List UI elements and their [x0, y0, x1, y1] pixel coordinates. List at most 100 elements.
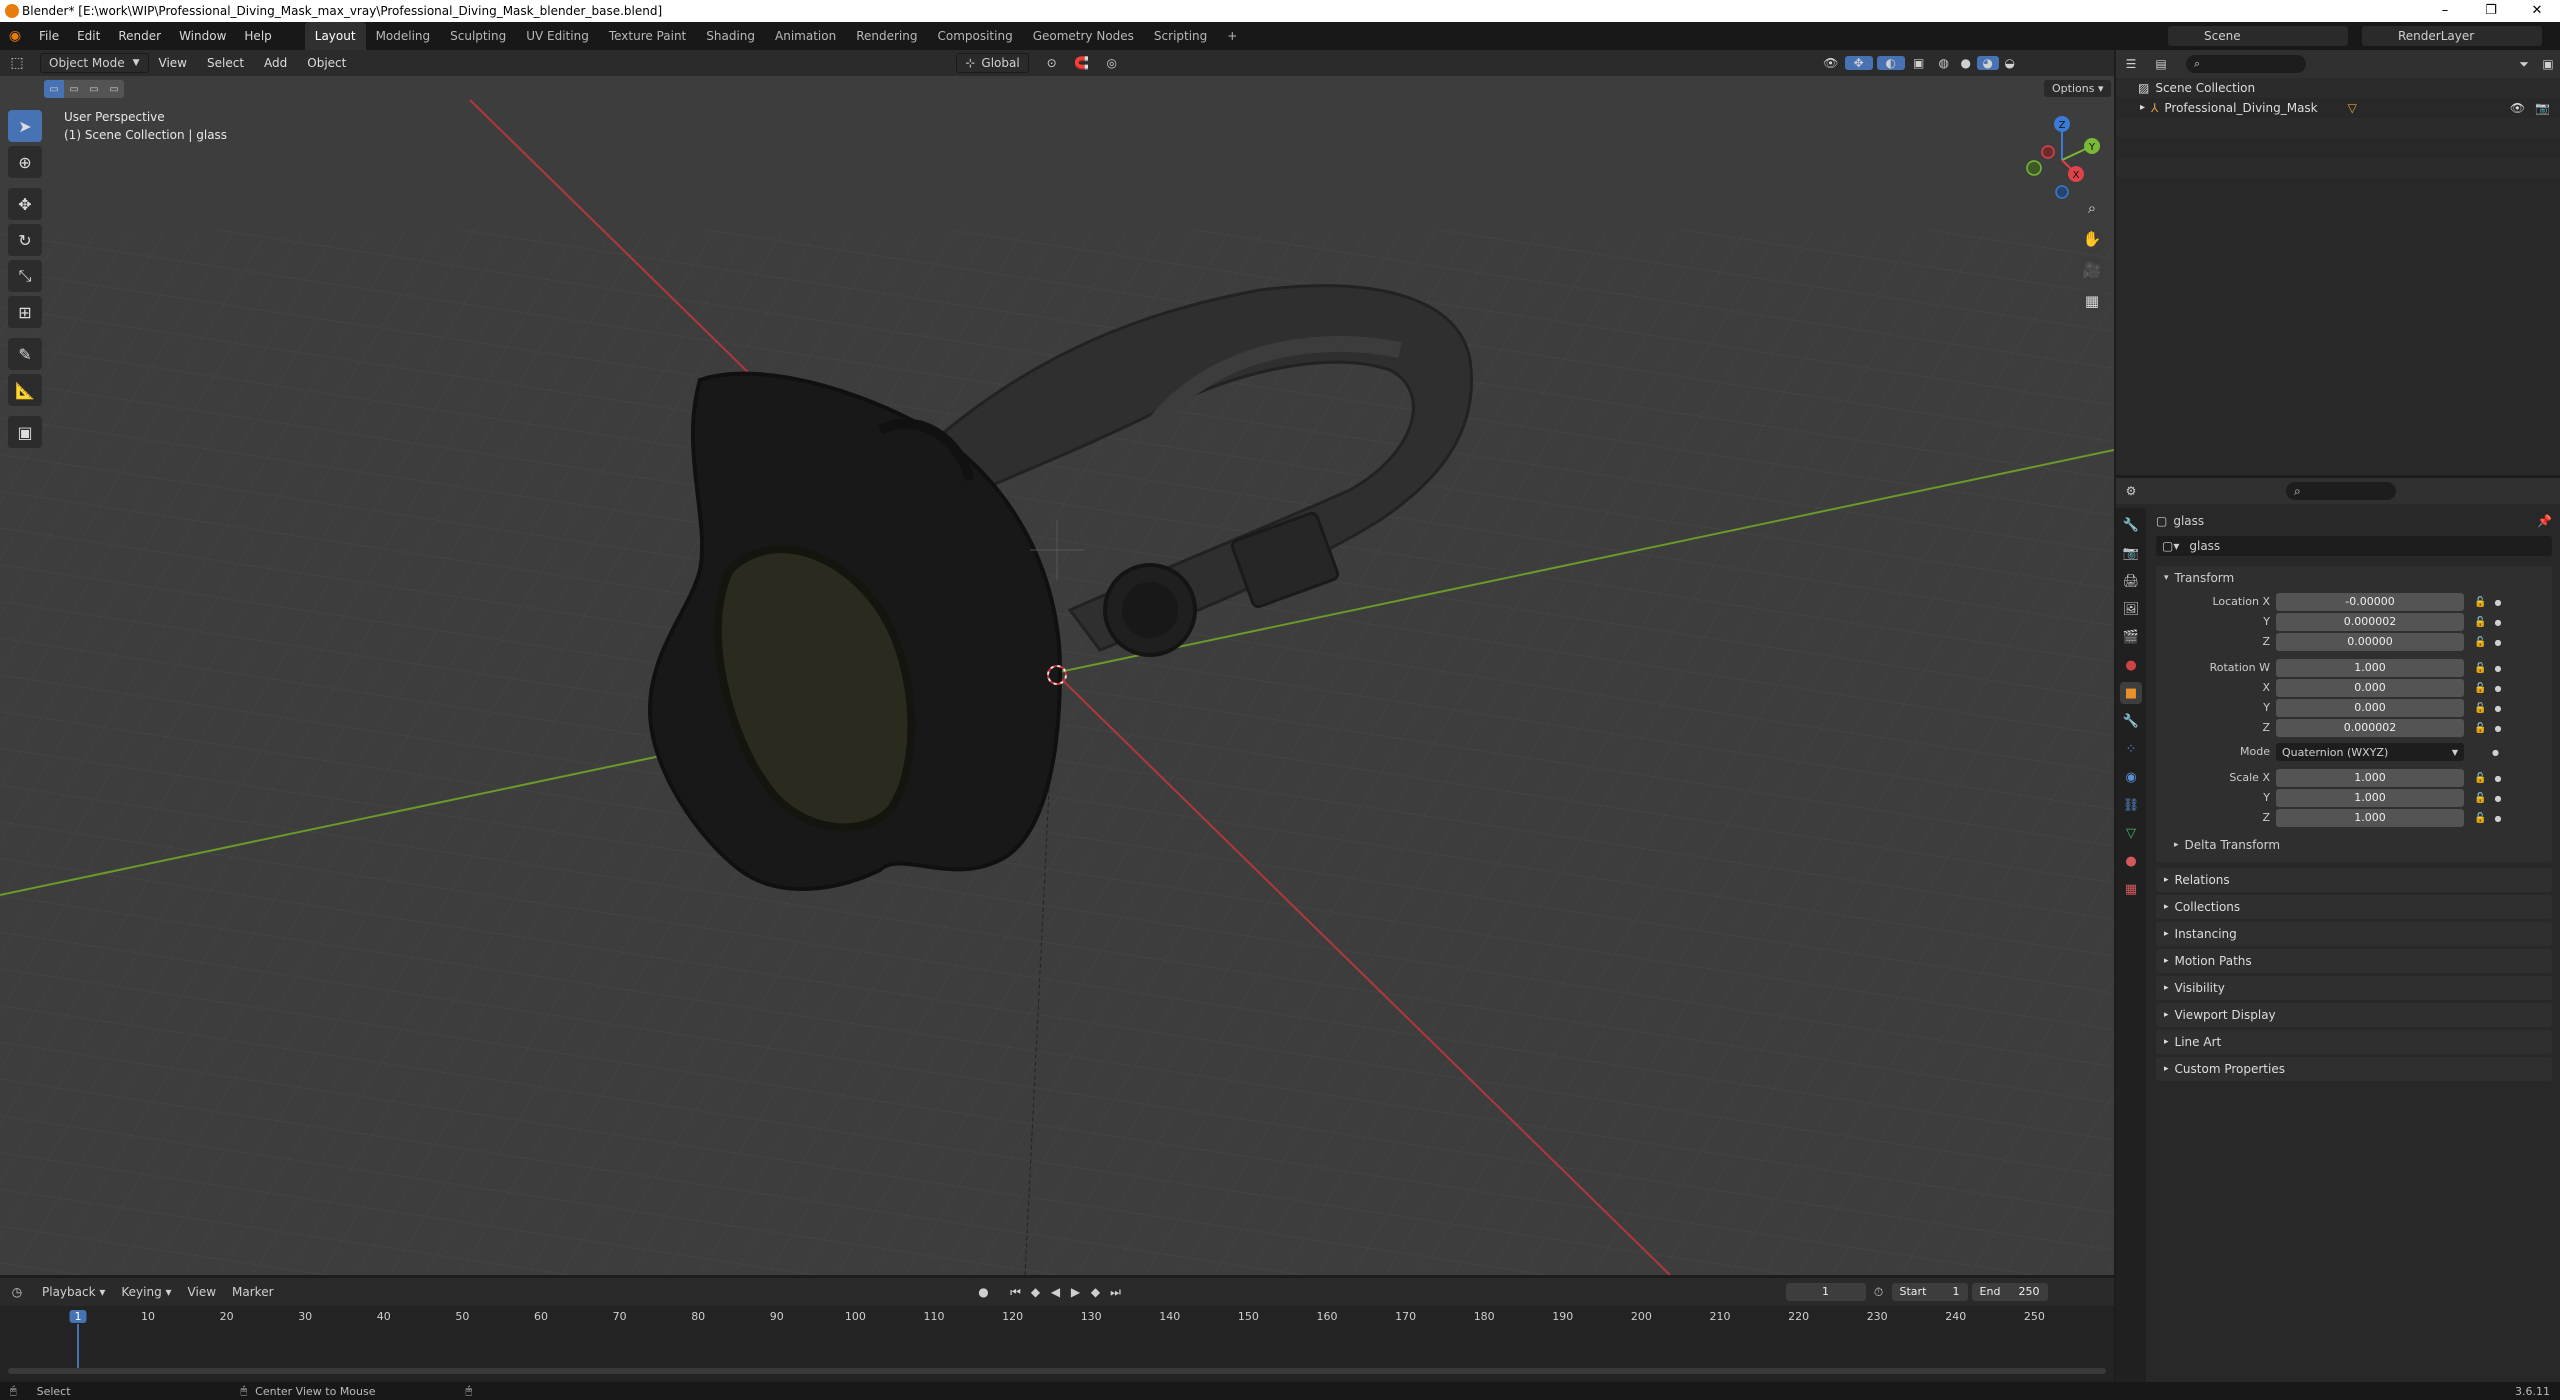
- transform-panel-header[interactable]: ▾ Transform: [2156, 566, 2552, 590]
- tab-uv-editing[interactable]: UV Editing: [516, 22, 599, 50]
- keyframe-dot-icon[interactable]: ●: [2494, 814, 2501, 823]
- 3d-viewport[interactable]: ⬚ Object Mode ▼ View Select Add Object ⊹ G…: [0, 50, 2114, 1275]
- visibility-eye-icon[interactable]: 👁: [2510, 98, 2525, 118]
- add-workspace-button[interactable]: +: [1217, 22, 1247, 50]
- keyframe-dot-icon[interactable]: ●: [2494, 618, 2501, 627]
- blender-menu-icon[interactable]: ◉: [0, 28, 30, 44]
- panel-custom-properties[interactable]: ▸ Custom Properties: [2156, 1057, 2552, 1081]
- render-tab-icon[interactable]: 📷: [2120, 542, 2142, 564]
- solid-shading-icon[interactable]: ●: [1955, 56, 1977, 70]
- object-name-field[interactable]: ▢▾ glass: [2156, 536, 2552, 556]
- properties-search-input[interactable]: ⌕: [2286, 482, 2396, 500]
- rotation-x-field[interactable]: 0.000: [2276, 679, 2464, 697]
- tab-shading[interactable]: Shading: [696, 22, 765, 50]
- object-name-input[interactable]: glass: [2189, 539, 2220, 553]
- scene-selector[interactable]: Scene: [2168, 26, 2348, 46]
- viewport-menu-object[interactable]: Object: [297, 56, 356, 70]
- tab-layout[interactable]: Layout: [304, 22, 366, 50]
- rotation-mode-select[interactable]: Quaternion (WXYZ) ▼: [2276, 743, 2464, 761]
- transform-tool[interactable]: ⊞: [8, 296, 42, 328]
- panel-collections[interactable]: ▸ Collections: [2156, 895, 2552, 919]
- ortho-grid-icon[interactable]: ▦: [2078, 287, 2106, 315]
- gizmo-neg-y-handle[interactable]: [2026, 160, 2042, 176]
- editor-type-icon[interactable]: ⬚: [0, 55, 34, 71]
- texture-tab-icon[interactable]: ▦: [2120, 878, 2142, 900]
- rotation-w-field[interactable]: 1.000: [2276, 659, 2464, 677]
- tab-rendering[interactable]: Rendering: [846, 22, 927, 50]
- render-layer-selector[interactable]: RenderLayer: [2362, 26, 2542, 46]
- material-tab-icon[interactable]: ●: [2120, 850, 2142, 872]
- proportional-edit-icon[interactable]: ◎: [1097, 56, 1127, 70]
- render-camera-icon[interactable]: 📷: [2535, 98, 2550, 118]
- rotate-tool[interactable]: ↻: [8, 224, 42, 256]
- panel-motion-paths[interactable]: ▸ Motion Paths: [2156, 949, 2552, 973]
- playhead-line[interactable]: [77, 1324, 79, 1368]
- orientation-selector[interactable]: ⊹ Global: [956, 53, 1029, 73]
- scene-tab-icon[interactable]: 🎬: [2120, 626, 2142, 648]
- keyframe-dot-icon[interactable]: ●: [2494, 664, 2501, 673]
- pan-hand-icon[interactable]: ✋: [2078, 225, 2106, 253]
- tab-animation[interactable]: Animation: [765, 22, 846, 50]
- lock-icon[interactable]: 🔓: [2474, 813, 2486, 824]
- keyframe-dot-icon[interactable]: ●: [2494, 684, 2501, 693]
- object-tab-icon[interactable]: ■: [2120, 682, 2142, 704]
- panel-visibility[interactable]: ▸ Visibility: [2156, 976, 2552, 1000]
- keyframe-dot-icon[interactable]: ●: [2492, 748, 2499, 757]
- view-layer-tab-icon[interactable]: 🖼: [2120, 598, 2142, 620]
- lock-icon[interactable]: 🔓: [2474, 703, 2486, 714]
- snap-icon[interactable]: 🧲: [1067, 56, 1097, 70]
- rotation-z-field[interactable]: 0.000002: [2276, 719, 2464, 737]
- keyframe-dot-icon[interactable]: ●: [2494, 638, 2501, 647]
- wireframe-shading-icon[interactable]: ◍: [1933, 56, 1955, 70]
- scene-collection-row[interactable]: ▨ Scene Collection: [2116, 78, 2560, 98]
- tool-tab-icon[interactable]: 🔧: [2120, 514, 2142, 536]
- keyframe-dot-icon[interactable]: ●: [2494, 704, 2501, 713]
- select-subtract-icon[interactable]: ▭: [84, 80, 104, 98]
- new-collection-icon[interactable]: ▣: [2536, 57, 2560, 71]
- tab-texture-paint[interactable]: Texture Paint: [599, 22, 696, 50]
- camera-view-icon[interactable]: 🎥: [2078, 256, 2106, 284]
- scale-z-field[interactable]: 1.000: [2276, 809, 2464, 827]
- constraints-tab-icon[interactable]: ⛓: [2120, 794, 2142, 816]
- output-tab-icon[interactable]: 🖨: [2120, 570, 2142, 592]
- select-box-tool[interactable]: ➤: [8, 110, 42, 142]
- pin-icon[interactable]: 📌: [2537, 514, 2552, 528]
- lock-icon[interactable]: 🔓: [2474, 793, 2486, 804]
- viewport-menu-select[interactable]: Select: [197, 56, 254, 70]
- gizmo-toggle-icon[interactable]: ✥: [1844, 56, 1873, 70]
- panel-relations[interactable]: ▸ Relations: [2156, 868, 2552, 892]
- timeline-scrollbar[interactable]: [8, 1368, 2106, 1374]
- material-shading-icon[interactable]: ◕: [1976, 56, 1999, 70]
- select-new-icon[interactable]: ▭: [44, 80, 64, 98]
- tab-sculpting[interactable]: Sculpting: [440, 22, 516, 50]
- panel-line-art[interactable]: ▸ Line Art: [2156, 1030, 2552, 1054]
- panel-viewport-display[interactable]: ▸ Viewport Display: [2156, 1003, 2552, 1027]
- keyframe-dot-icon[interactable]: ●: [2494, 598, 2501, 607]
- menu-help[interactable]: Help: [235, 22, 280, 50]
- restore-button[interactable]: ❐: [2468, 0, 2514, 22]
- lock-icon[interactable]: 🔓: [2474, 683, 2486, 694]
- close-button[interactable]: ✕: [2514, 0, 2560, 22]
- object-selector-icon[interactable]: ▢▾: [2162, 539, 2179, 553]
- lock-icon[interactable]: 🔓: [2474, 617, 2486, 628]
- keyframe-dot-icon[interactable]: ●: [2494, 774, 2501, 783]
- select-invert-icon[interactable]: ▭: [104, 80, 124, 98]
- delta-transform-subpanel[interactable]: ▸ Delta Transform: [2174, 834, 2280, 856]
- lock-icon[interactable]: 🔓: [2474, 723, 2486, 734]
- viewport-menu-add[interactable]: Add: [254, 56, 297, 70]
- keyframe-dot-icon[interactable]: ●: [2494, 794, 2501, 803]
- overlay-toggle-icon[interactable]: ◐: [1876, 56, 1905, 70]
- menu-edit[interactable]: Edit: [68, 22, 109, 50]
- mode-selector[interactable]: Object Mode ▼: [40, 53, 149, 73]
- physics-tab-icon[interactable]: ◉: [2120, 766, 2142, 788]
- scale-tool[interactable]: ⤡: [8, 260, 42, 292]
- lock-icon[interactable]: 🔓: [2474, 637, 2486, 648]
- move-tool[interactable]: ✥: [8, 188, 42, 220]
- lock-icon[interactable]: 🔓: [2474, 773, 2486, 784]
- tab-modeling[interactable]: Modeling: [366, 22, 441, 50]
- cursor-tool[interactable]: ⊕: [8, 146, 42, 178]
- viewport-menu-view[interactable]: View: [149, 56, 197, 70]
- annotate-tool[interactable]: ✎: [8, 338, 42, 370]
- rotation-y-field[interactable]: 0.000: [2276, 699, 2464, 717]
- gizmo-neg-x-handle[interactable]: [2041, 145, 2055, 159]
